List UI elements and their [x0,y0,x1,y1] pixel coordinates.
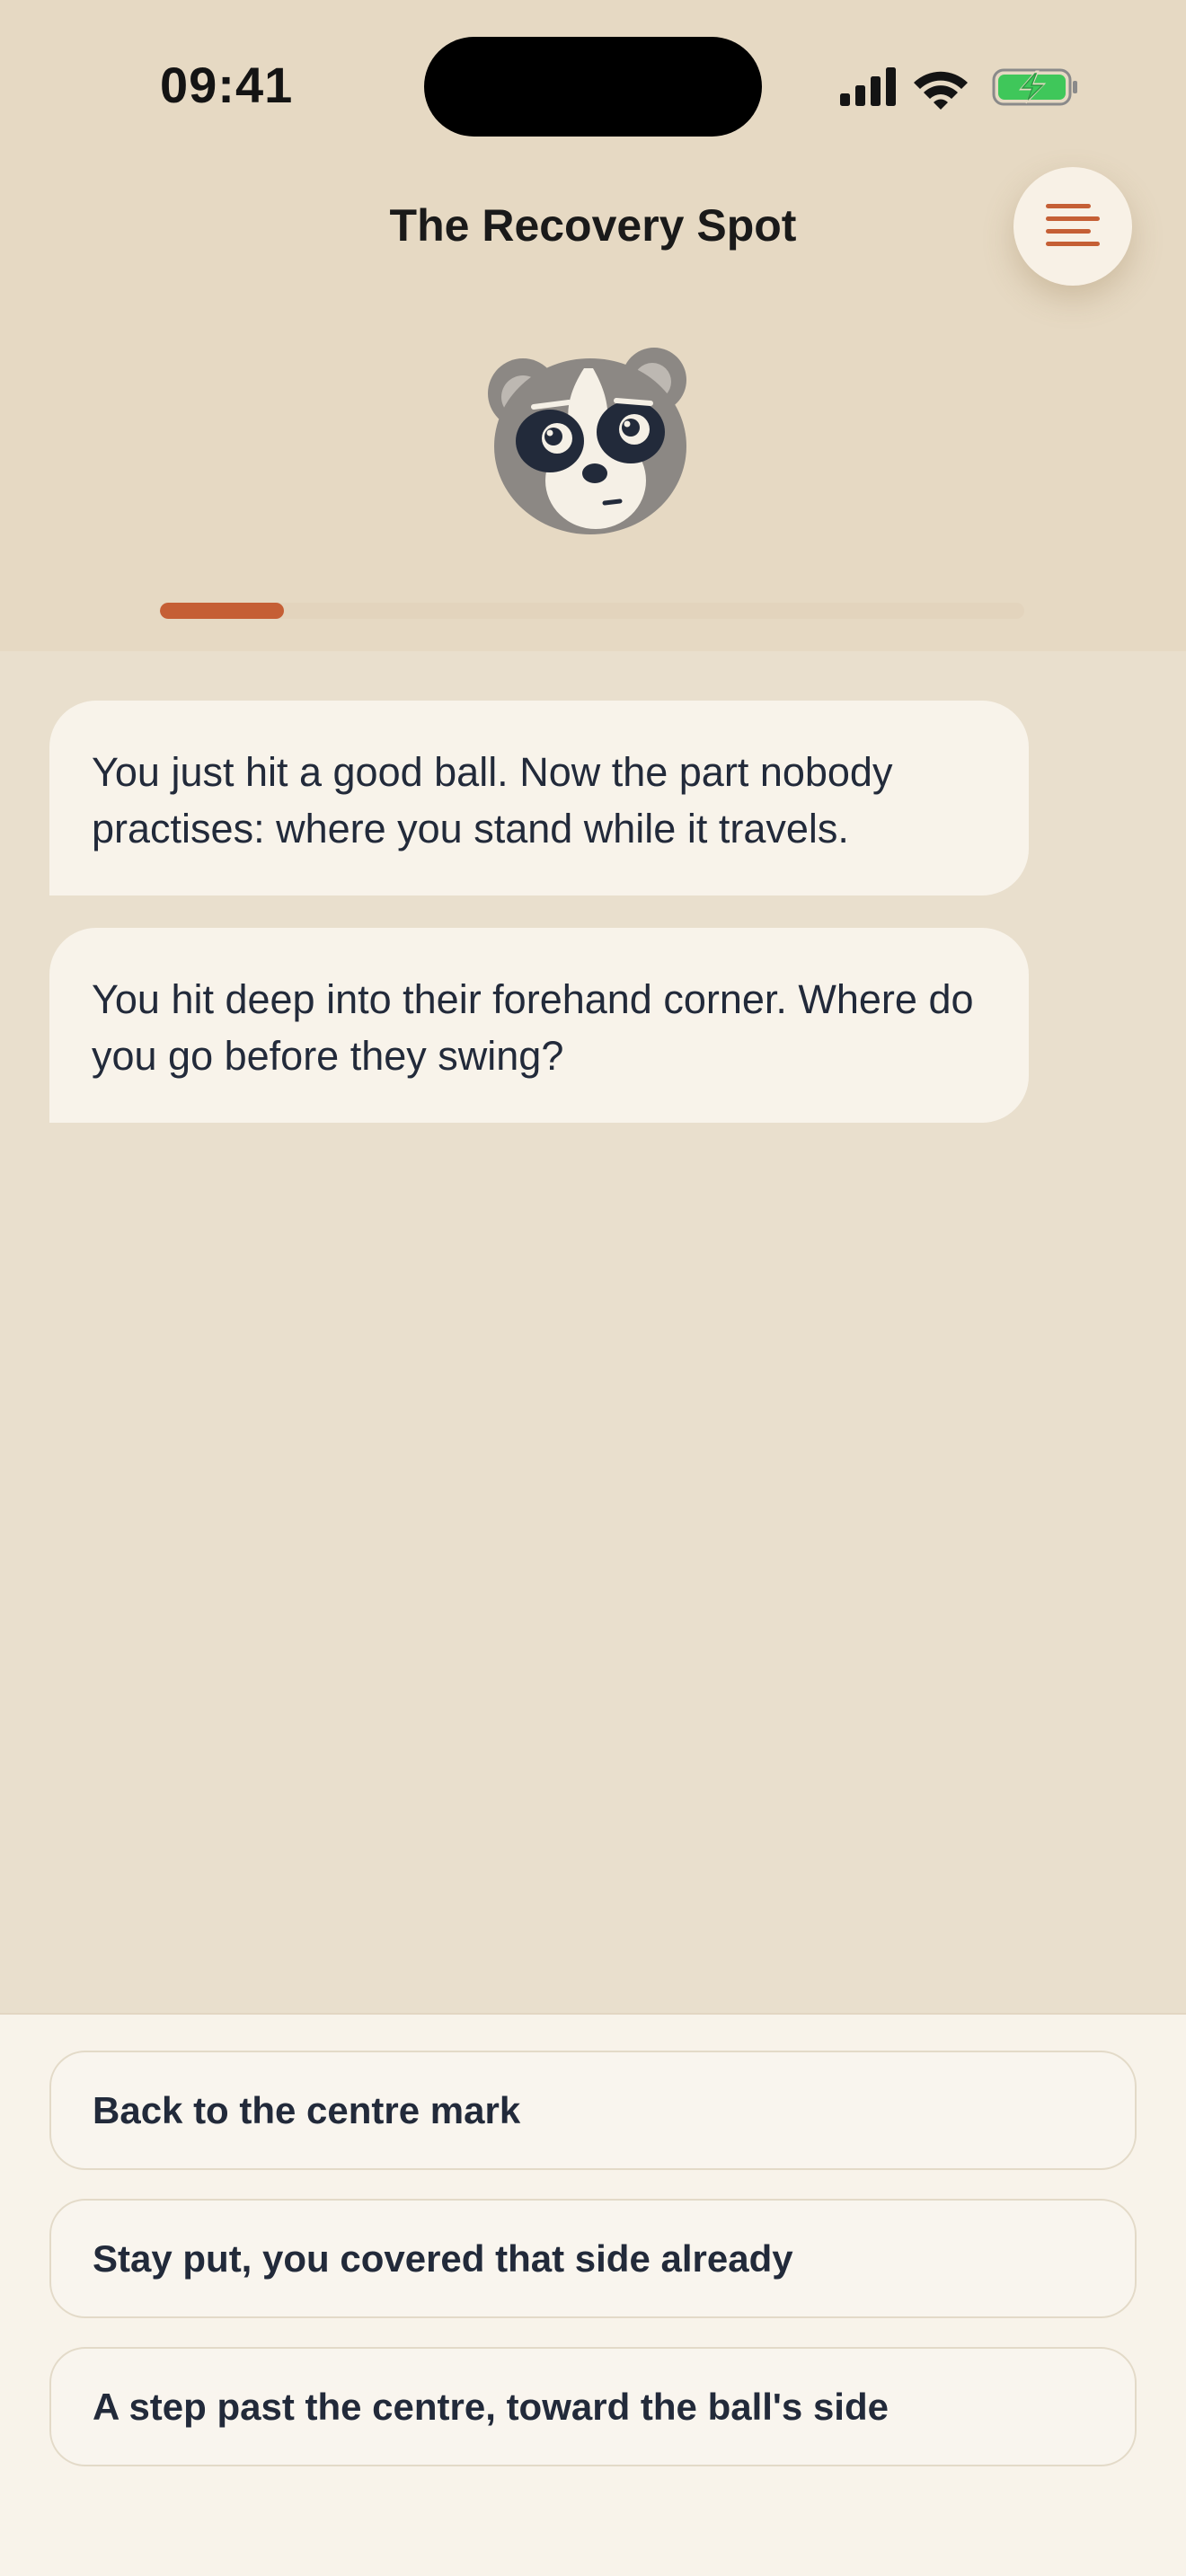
status-bar: 09:41 [0,0,1186,171]
page-title: The Recovery Spot [389,200,797,251]
raccoon-mascot-icon [488,348,686,534]
cellular-signal-icon [840,67,896,106]
wifi-icon [914,71,968,110]
chat-message: You just hit a good ball. Now the part n… [49,701,1029,895]
answer-option-step-past-centre[interactable]: A step past the centre, toward the ball'… [49,2347,1137,2466]
menu-button[interactable] [1013,167,1132,286]
progress-fill [160,603,284,619]
hamburger-menu-icon [1046,204,1100,246]
lesson-progress-bar [160,603,1024,619]
header: 09:41 The Recovery Spot [0,0,1186,651]
chat-message: You hit deep into their forehand corner.… [49,928,1029,1123]
status-icons [840,67,1077,110]
answer-panel: Back to the centre mark Stay put, you co… [0,2013,1186,2576]
dynamic-island [424,37,762,137]
answer-option-centre-mark[interactable]: Back to the centre mark [49,2051,1137,2170]
status-time: 09:41 [160,57,294,113]
answer-option-stay-put[interactable]: Stay put, you covered that side already [49,2199,1137,2318]
battery-charging-icon [992,68,1077,106]
app-screen: 09:41 The Recovery Spot You just hit a g… [0,0,1186,2576]
